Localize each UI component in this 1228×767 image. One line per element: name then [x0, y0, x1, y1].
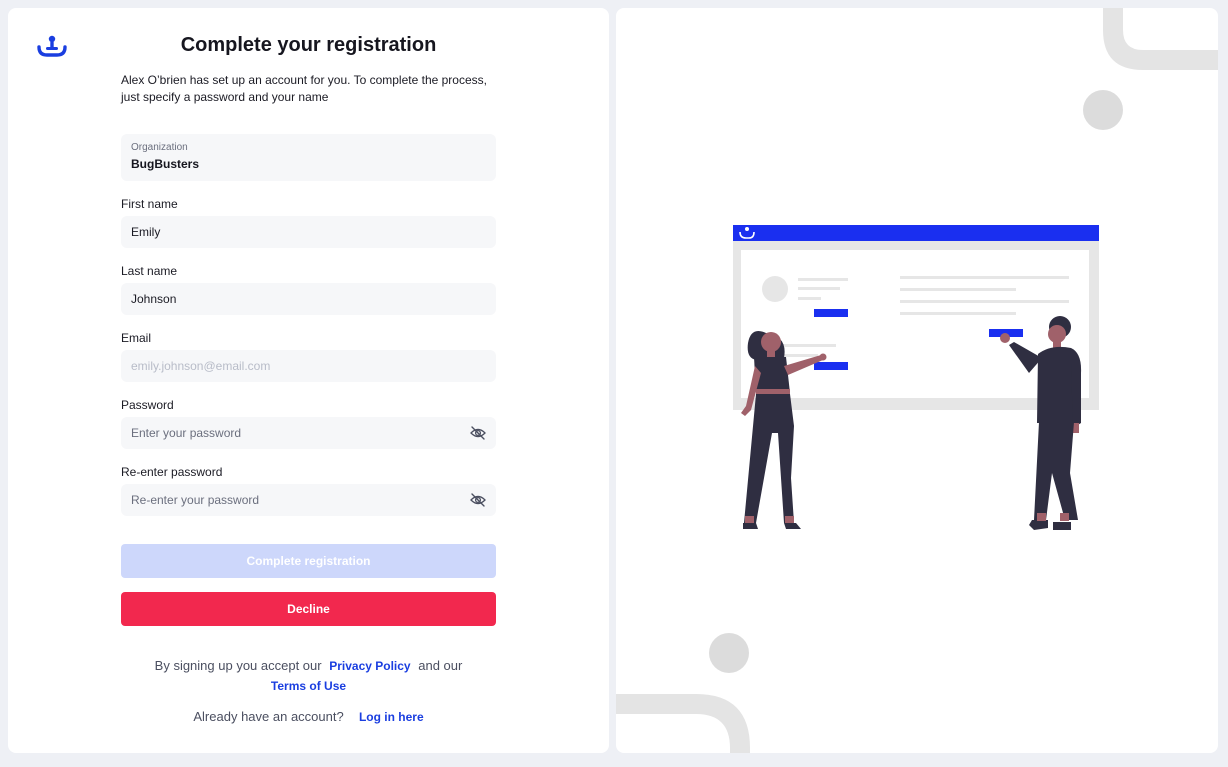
eye-off-icon[interactable] [470, 492, 486, 508]
reenter-password-input[interactable] [121, 484, 496, 516]
login-prompt: Already have an account? Log in here [8, 709, 609, 724]
first-name-label: First name [121, 197, 178, 211]
last-name-label: Last name [121, 264, 178, 278]
page-subtitle: Alex O’brien has set up an account for y… [121, 73, 487, 104]
registration-panel: Complete your registration Alex O’brien … [8, 8, 609, 753]
terms-prefix: By signing up you accept our [154, 658, 322, 673]
terms-notice: By signing up you accept our Privacy Pol… [8, 656, 609, 696]
complete-registration-button[interactable]: Complete registration [121, 544, 496, 578]
email-label: Email [121, 331, 152, 345]
decorative-arc-bottom [616, 694, 750, 753]
first-name-input[interactable] [121, 216, 496, 248]
decorative-circle-bottom [709, 633, 749, 673]
decorative-circle-top [1083, 90, 1123, 130]
terms-middle: and our [418, 658, 463, 673]
registration-illustration [616, 8, 1218, 753]
organization-value: BugBusters [131, 157, 200, 171]
decorative-arc-top [1103, 8, 1218, 70]
password-input[interactable] [121, 417, 496, 449]
organization-field: Organization BugBusters [121, 134, 496, 181]
password-label: Password [121, 398, 174, 412]
email-field[interactable] [121, 350, 496, 382]
illustration-panel [616, 8, 1218, 753]
page-title: Complete your registration [180, 34, 437, 56]
last-name-input[interactable] [121, 283, 496, 315]
decline-button[interactable]: Decline [121, 592, 496, 626]
login-prompt-text: Already have an account? [193, 709, 344, 724]
login-link[interactable]: Log in here [359, 710, 424, 724]
terms-of-use-link[interactable]: Terms of Use [271, 679, 346, 693]
privacy-policy-link[interactable]: Privacy Policy [329, 659, 410, 673]
reenter-password-label: Re-enter password [121, 465, 223, 479]
organization-label: Organization [131, 142, 188, 153]
eye-off-icon[interactable] [470, 425, 486, 441]
